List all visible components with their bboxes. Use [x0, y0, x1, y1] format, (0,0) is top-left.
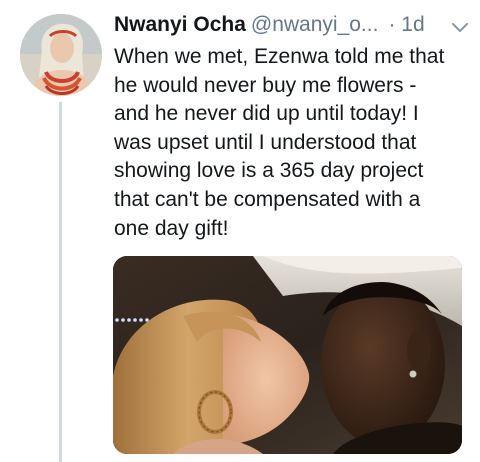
tweet-text-line: showing love is a 365 day project [114, 159, 424, 183]
tweet-text-line: that can't be compensated with a [114, 187, 421, 211]
avatar[interactable] [20, 14, 102, 96]
chevron-down-icon[interactable] [450, 16, 470, 36]
tweet-text-line: was upset until I understood that [114, 130, 417, 154]
tweet-text-line: When we met, Ezenwa told me that [114, 45, 445, 68]
thread-connector-line [59, 102, 62, 462]
tweet[interactable]: Nwanyi Ocha @nwanyi_o... · 1d When we met,… [0, 0, 480, 462]
author-handle[interactable]: @nwanyi_o... [251, 13, 379, 36]
tweet-timestamp[interactable]: 1d [401, 13, 424, 36]
tweet-text: When we met, Ezenwa told me that he woul… [114, 43, 464, 243]
tweet-media-photo[interactable] [113, 256, 462, 454]
couple-photo-image [113, 256, 462, 454]
separator-dot: · [388, 13, 396, 36]
profile-photo-avatar [20, 14, 102, 96]
author-display-name[interactable]: Nwanyi Ocha [114, 13, 246, 36]
tweet-header: Nwanyi Ocha @nwanyi_o... · 1d [114, 10, 470, 40]
tweet-text-line: and he never did up until today! I [114, 102, 419, 126]
tweet-text-line: one day gift! [114, 216, 229, 240]
tweet-text-line: he would never buy me flowers - [114, 73, 417, 97]
